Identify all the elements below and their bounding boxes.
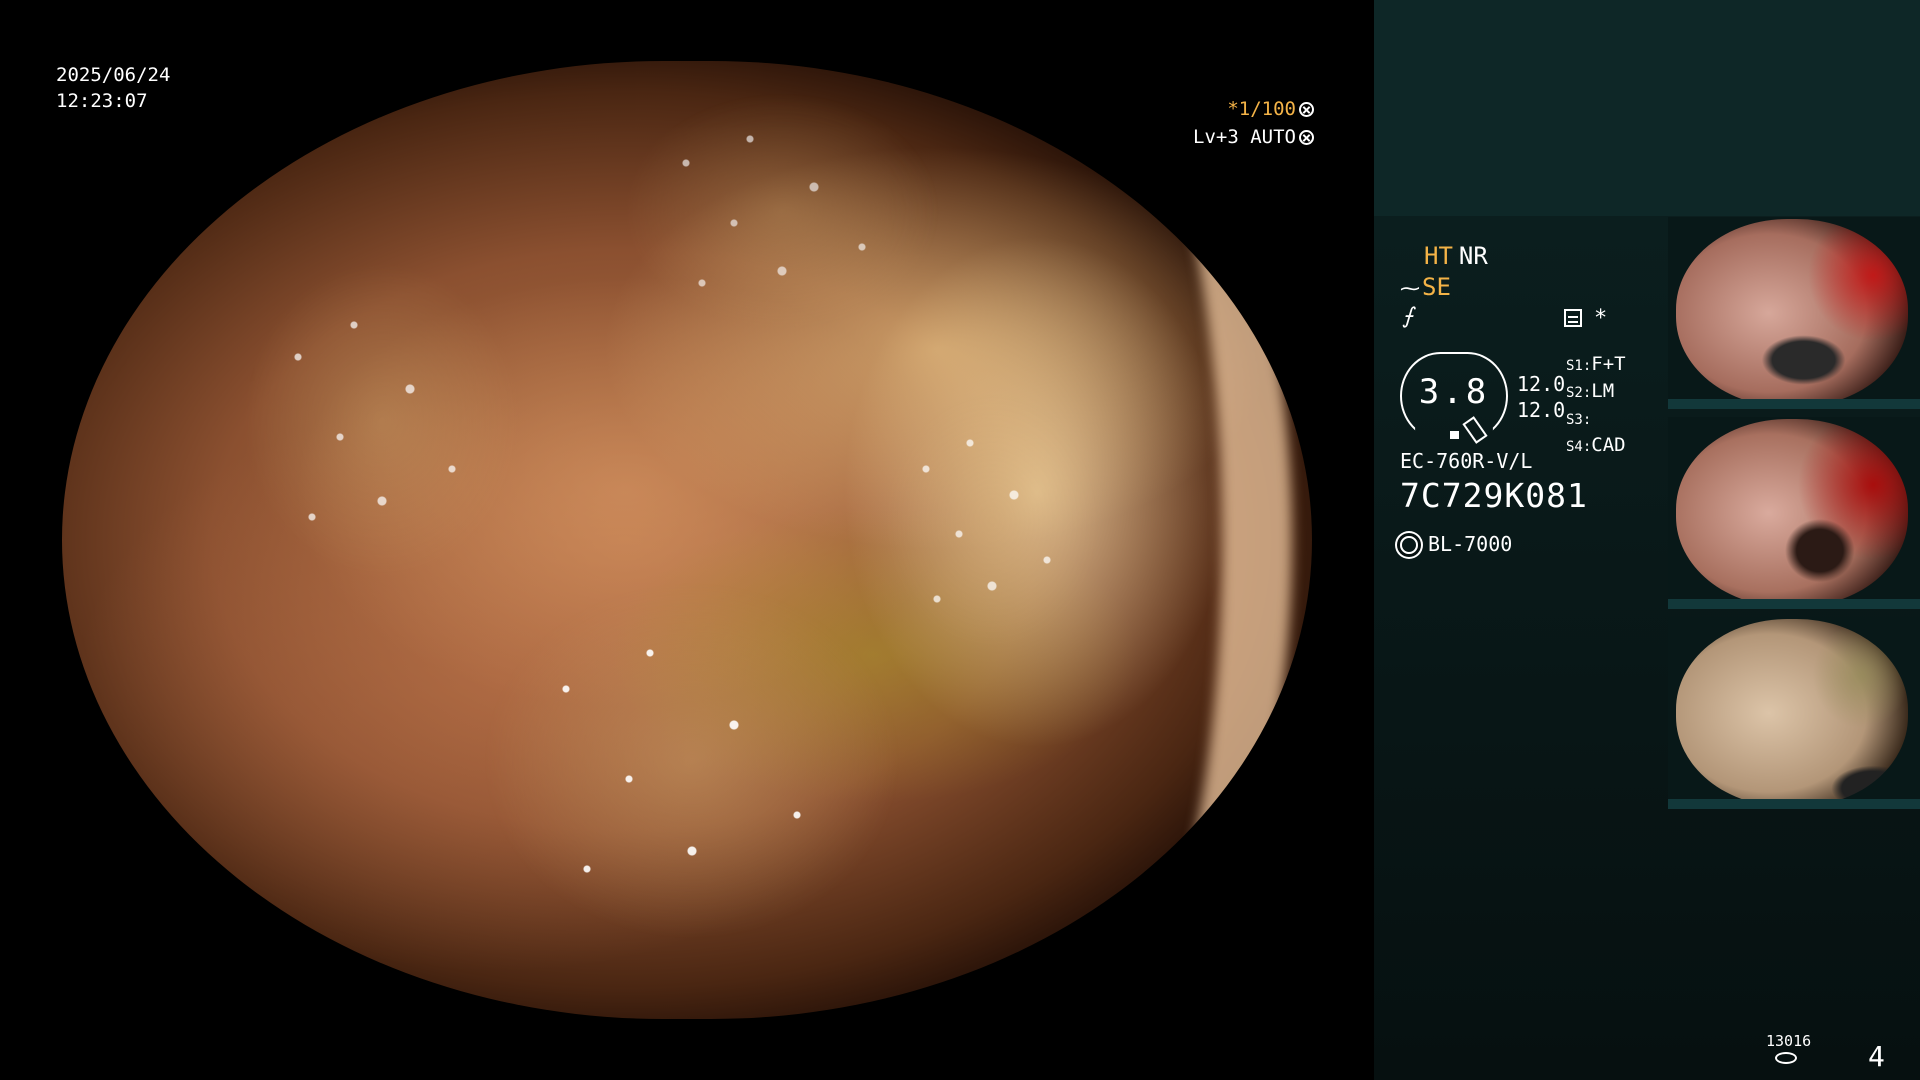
switch-assignments: S1:F+T S2:LM S3: S4:CAD [1566,352,1626,460]
switch-row: S3: [1566,406,1626,433]
zoom-value: 3.8 [1418,372,1490,412]
f-symbol: ⨍ [1402,304,1414,329]
mode-icons: * [1564,306,1607,331]
colon-fold [862,61,1292,1019]
image-count: 13016 [1766,1032,1812,1050]
scope-serial: 7C729K081 [1400,476,1588,515]
thumbnail-image [1676,619,1908,807]
thumbnail-image [1676,419,1908,607]
endoscope-live-view [62,61,1312,1019]
scope-model: EC-760R-V/L [1400,449,1533,473]
switch-key: S4: [1566,439,1592,455]
asterisk-label: * [1594,306,1608,331]
gain-value-1: 12.0 [1517,372,1566,396]
shutter-readout: *1/100 [1227,98,1314,120]
image-setting-icon [1564,309,1582,327]
nr-label: NR [1458,242,1488,270]
enhancement-status: HT NR [1424,242,1488,270]
switch-row: S4:CAD [1566,433,1626,460]
switch-row: S1:F+T [1566,352,1626,379]
structure-enhance-status: ⁓SE [1400,273,1451,301]
switch-row: S2:LM [1566,379,1626,406]
light-source: BL-7000 [1400,532,1512,556]
mucosa-bubbles [482,581,902,941]
switch-key: S2: [1566,385,1592,401]
shutter-icon [1299,102,1314,117]
se-symbol: ⁓ [1400,276,1420,300]
shutter-text: *1/100 [1227,98,1296,120]
datetime: 2025/06/24 12:23:07 [56,62,170,114]
capture-thumbnail[interactable] [1668,217,1920,409]
switch-value: CAD [1591,434,1626,456]
switch-value: F+T [1591,353,1626,375]
capture-thumbnail[interactable] [1668,417,1920,609]
thumbnail-strip [1668,799,1920,809]
level-readout: Lv+3 AUTO [1193,126,1314,148]
light-source-label: BL-7000 [1428,532,1513,556]
light-source-icon [1400,536,1418,554]
time-text: 12:23:07 [56,90,148,112]
info-panel-header [1374,0,1920,216]
se-label: SE [1422,273,1451,301]
thumbnail-image [1676,219,1908,407]
switch-value: LM [1591,380,1615,402]
capture-thumbnail[interactable] [1668,617,1920,809]
switch-key: S3: [1566,412,1592,428]
ht-label: HT [1424,242,1453,270]
date-text: 2025/06/24 [56,64,171,86]
gauge-marker [1450,431,1459,439]
gain-value-2: 12.0 [1517,398,1566,422]
thumbnail-strip [1668,399,1920,409]
storage-icon [1775,1052,1797,1064]
mucosa-bubbles [242,261,522,581]
page-number: 4 [1868,1040,1885,1073]
auto-icon [1299,130,1314,145]
level-text: Lv+3 AUTO [1193,126,1296,148]
switch-key: S1: [1566,358,1592,374]
thumbnail-strip [1668,599,1920,609]
